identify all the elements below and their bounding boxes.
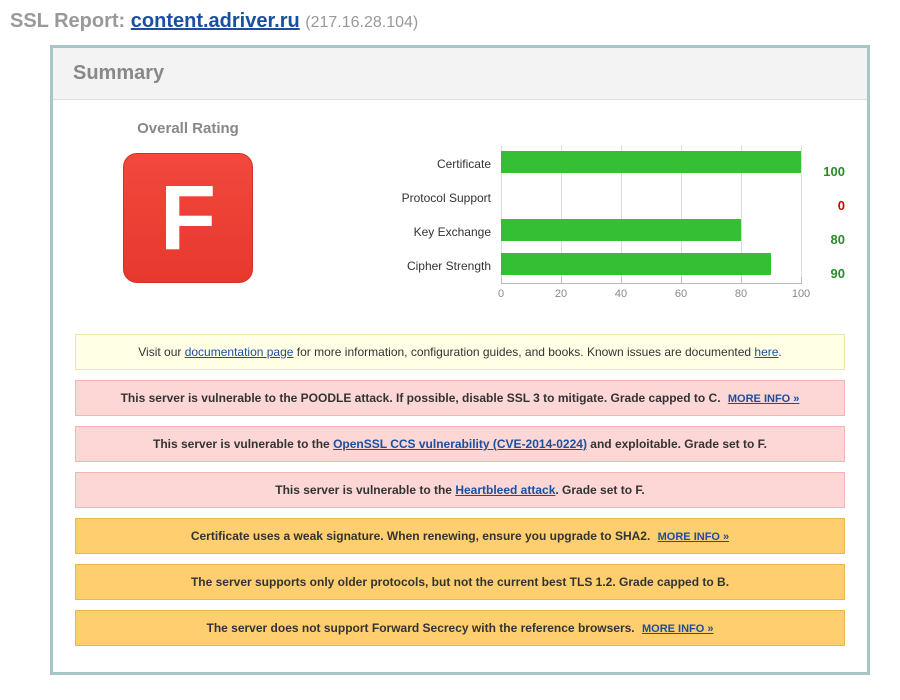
ip-address: (217.16.28.104) [305, 14, 418, 31]
ccs-link[interactable]: OpenSSL CCS vulnerability (CVE-2014-0224… [333, 437, 587, 451]
chart-bar-cell [501, 145, 801, 179]
chart-axis: 0 20 40 60 80 100 [301, 283, 845, 306]
banner-forward-secrecy: The server does not support Forward Secr… [75, 610, 845, 646]
page-title: SSL Report: content.adriver.ru (217.16.2… [10, 10, 900, 33]
rating-label: Overall Rating [75, 120, 301, 137]
grade-badge: F [123, 153, 253, 283]
chart-tick-label: 20 [555, 288, 567, 300]
documentation-link[interactable]: documentation page [185, 345, 294, 359]
sha2-more-info-link[interactable]: MORE INFO » [658, 531, 730, 543]
chart-tick-label: 60 [675, 288, 687, 300]
fs-more-info-link[interactable]: MORE INFO » [642, 623, 714, 635]
heartbleed-link[interactable]: Heartbleed attack [455, 483, 555, 497]
chart-bar [501, 219, 741, 241]
chart-value: 90 [801, 266, 845, 281]
summary-top: Overall Rating F Certificate100Protocol … [75, 120, 845, 306]
chart-value: 100 [801, 164, 845, 179]
chart-column: Certificate100Protocol Support0Key Excha… [301, 120, 845, 306]
banner-sha2: Certificate uses a weak signature. When … [75, 518, 845, 554]
banner-heartbleed: This server is vulnerable to the Heartbl… [75, 472, 845, 508]
title-prefix: SSL Report: [10, 10, 131, 32]
chart-tick-label: 100 [792, 288, 810, 300]
banner-tls12: The server supports only older protocols… [75, 564, 845, 600]
chart-tick-label: 80 [735, 288, 747, 300]
chart-row: Key Exchange 80 [301, 213, 845, 247]
summary-panel: Summary Overall Rating F Certificate100P… [50, 45, 870, 675]
chart-bar-cell [501, 213, 801, 247]
chart-bar-cell [501, 247, 801, 281]
chart-category-label: Protocol Support [301, 191, 501, 213]
rating-column: Overall Rating F [75, 120, 301, 283]
chart-bar [501, 253, 771, 275]
chart-axis-line: 020406080100 [501, 283, 801, 306]
chart-row: Cipher Strength 90 [301, 247, 845, 281]
chart-value: 0 [801, 198, 845, 213]
chart-tick-label: 0 [498, 288, 504, 300]
chart-tick-label: 40 [615, 288, 627, 300]
chart-bar [501, 151, 801, 173]
ratings-chart: Certificate100Protocol Support0Key Excha… [301, 145, 845, 306]
known-issues-link[interactable]: here [754, 345, 778, 359]
chart-category-label: Certificate [301, 157, 501, 179]
chart-value: 80 [801, 232, 845, 247]
banner-poodle: This server is vulnerable to the POODLE … [75, 380, 845, 416]
banner-documentation: Visit our documentation page for more in… [75, 334, 845, 370]
panel-body: Overall Rating F Certificate100Protocol … [53, 100, 867, 672]
chart-category-label: Cipher Strength [301, 259, 501, 281]
hostname-link[interactable]: content.adriver.ru [131, 10, 300, 32]
banner-ccs: This server is vulnerable to the OpenSSL… [75, 426, 845, 462]
chart-row: Certificate 100 [301, 145, 845, 179]
chart-category-label: Key Exchange [301, 225, 501, 247]
poodle-more-info-link[interactable]: MORE INFO » [728, 393, 800, 405]
chart-row: Protocol Support 0 [301, 179, 845, 213]
chart-bar-cell [501, 179, 801, 213]
panel-title: Summary [53, 48, 867, 100]
